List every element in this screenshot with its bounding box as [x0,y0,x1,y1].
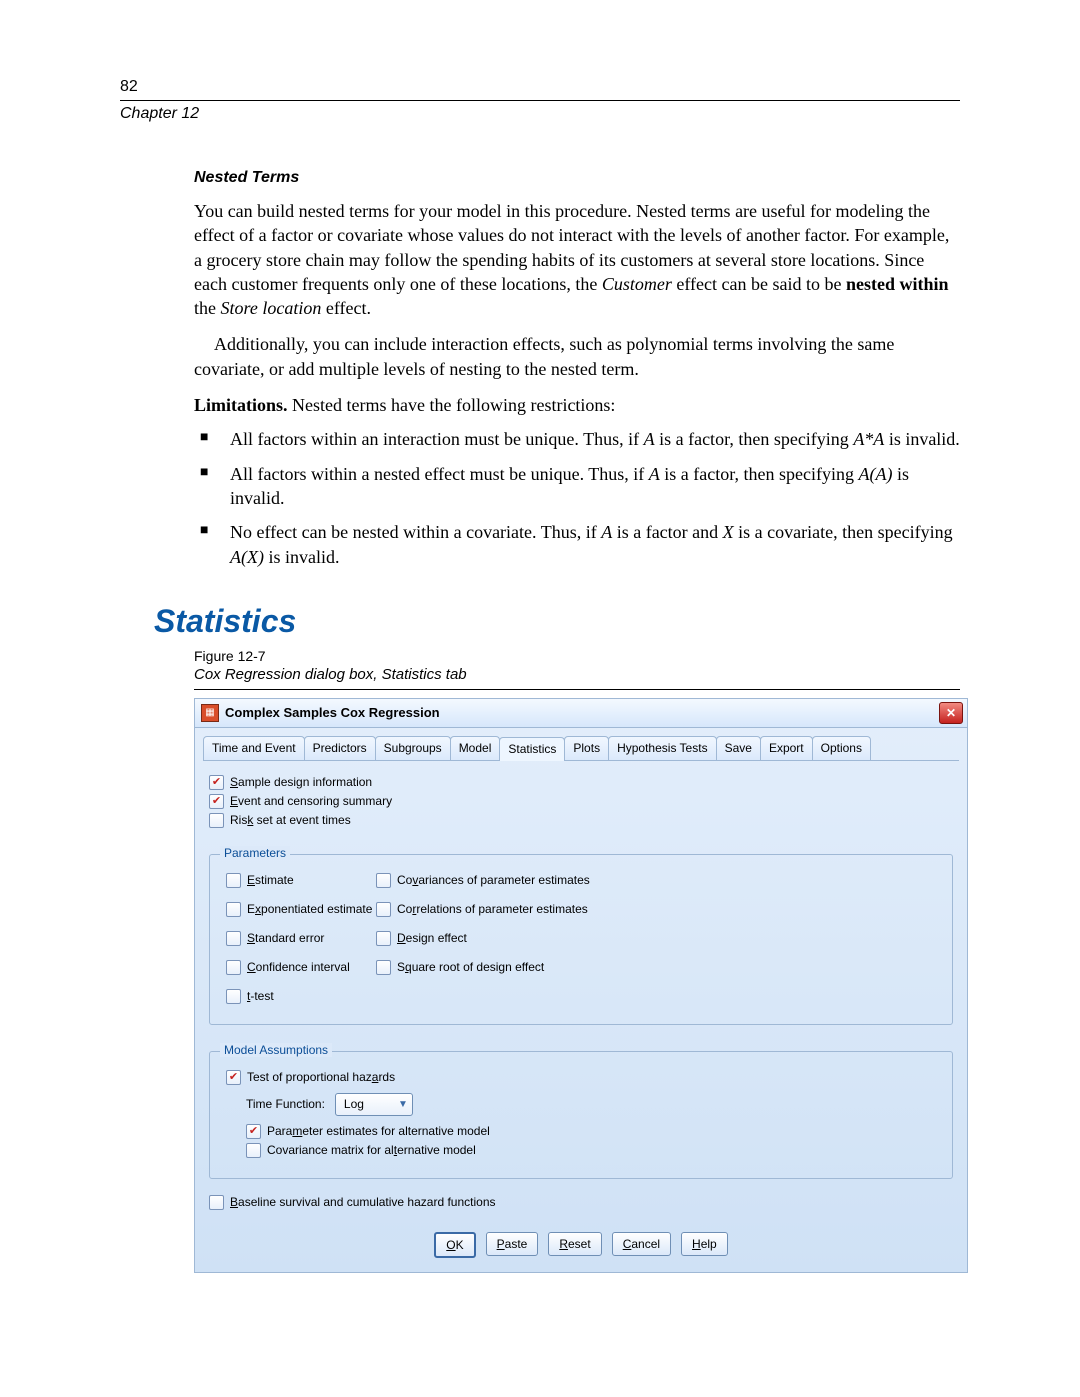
param-left-1-label: Exponentiated estimate [247,902,372,916]
top-check-0-checkbox[interactable] [209,775,224,790]
time-function-label: Time Function: [246,1097,325,1111]
limitation-1: All factors within an interaction must b… [194,427,960,451]
figure-label: Figure 12-7 [194,648,960,664]
tab-plots[interactable]: Plots [564,736,609,760]
ma-test-label: Test of proportional hazards [247,1070,395,1084]
tab-statistics[interactable]: Statistics [499,737,565,761]
cox-regression-dialog: ▦ Complex Samples Cox Regression ✕ Time … [194,698,968,1273]
limitations: Limitations. Nested terms have the follo… [194,393,950,417]
param-right-2: Design effect [376,931,636,946]
param-left-0-label: Estimate [247,873,294,887]
close-icon[interactable]: ✕ [939,702,963,724]
param-left-3: Confidence interval [226,960,376,975]
param-right-0-label: Covariances of parameter estimates [397,873,590,887]
app-icon: ▦ [201,704,219,722]
ma-param-est: Parameter estimates for alternative mode… [246,1124,936,1139]
param-left-4-label: t-test [247,989,274,1003]
top-check-2-checkbox[interactable] [209,813,224,828]
param-left-2-checkbox[interactable] [226,931,241,946]
help-button[interactable]: Help [681,1232,728,1256]
tab-subgroups[interactable]: Subgroups [375,736,451,760]
ma-test-checkbox[interactable] [226,1070,241,1085]
baseline: Baseline survival and cumulative hazard … [209,1195,953,1210]
param-left-3-checkbox[interactable] [226,960,241,975]
dialog-title: Complex Samples Cox Regression [225,705,939,720]
param-right-2-label: Design effect [397,931,467,945]
chapter-label: Chapter 12 [120,105,960,123]
figure-caption: Cox Regression dialog box, Statistics ta… [194,666,960,683]
param-left-0-checkbox[interactable] [226,873,241,888]
param-right-0-checkbox[interactable] [376,873,391,888]
tab-time-and-event[interactable]: Time and Event [203,736,305,760]
param-left-1: Exponentiated estimate [226,902,376,917]
time-function-value: Log [344,1097,364,1111]
param-left-2-label: Standard error [247,931,324,945]
param-left-2: Standard error [226,931,376,946]
param-left-0: Estimate [226,873,376,888]
chevron-down-icon: ▼ [398,1099,408,1110]
ma-cov-matrix: Covariance matrix for alternative model [246,1143,936,1158]
tab-export[interactable]: Export [760,736,813,760]
limitation-3: No effect can be nested within a covaria… [194,520,960,569]
param-left-4: t-test [226,989,376,1004]
model-assumptions-title: Model Assumptions [220,1043,332,1057]
param-right-3-label: Square root of design effect [397,960,544,974]
top-check-1-checkbox[interactable] [209,794,224,809]
reset-button[interactable]: Reset [548,1232,601,1256]
ma-param-est-checkbox[interactable] [246,1124,261,1139]
tab-hypothesis-tests[interactable]: Hypothesis Tests [608,736,717,760]
tab-options[interactable]: Options [812,736,871,760]
baseline-checkbox[interactable] [209,1195,224,1210]
nested-terms-p1: You can build nested terms for your mode… [194,199,950,320]
dialog-body: Sample design information Event and censo… [195,761,967,1272]
parameters-group: Parameters EstimateCovariances of parame… [209,854,953,1025]
tab-save[interactable]: Save [716,736,761,760]
time-function-combo[interactable]: Log ▼ [335,1093,413,1116]
top-check-1: Event and censoring summary [209,794,953,809]
ma-cov-matrix-checkbox[interactable] [246,1143,261,1158]
top-check-1-label: Event and censoring summary [230,794,392,808]
model-assumptions-group: Model Assumptions Test of proportional h… [209,1051,953,1179]
ok-button[interactable]: OK [434,1232,475,1258]
param-right-3: Square root of design effect [376,960,636,975]
limitations-list: All factors within an interaction must b… [194,427,960,568]
nested-terms-p2: Additionally, you can include interactio… [194,332,950,381]
param-right-0: Covariances of parameter estimates [376,873,636,888]
param-right-2-checkbox[interactable] [376,931,391,946]
top-check-0: Sample design information [209,775,953,790]
figure-rule [194,689,960,690]
param-right-1-checkbox[interactable] [376,902,391,917]
param-right-3-checkbox[interactable] [376,960,391,975]
page-rule [120,100,960,101]
param-right-1-label: Correlations of parameter estimates [397,902,588,916]
tab-model[interactable]: Model [450,736,501,760]
dialog-button-row: OK Paste Reset Cancel Help [209,1232,953,1258]
baseline-label: Baseline survival and cumulative hazard … [230,1195,496,1209]
paste-button[interactable]: Paste [486,1232,539,1256]
parameters-group-title: Parameters [220,846,290,860]
cancel-button[interactable]: Cancel [612,1232,671,1256]
param-left-1-checkbox[interactable] [226,902,241,917]
page-number: 82 [120,78,960,96]
nested-terms-heading: Nested Terms [194,169,960,187]
top-check-2-label: Risk set at event times [230,813,351,827]
top-check-2: Risk set at event times [209,813,953,828]
param-left-4-checkbox[interactable] [226,989,241,1004]
ma-param-est-label: Parameter estimates for alternative mode… [267,1124,490,1138]
top-check-0-label: Sample design information [230,775,372,789]
ma-test: Test of proportional hazards [226,1070,936,1085]
statistics-heading: Statistics [154,603,960,640]
dialog-titlebar: ▦ Complex Samples Cox Regression ✕ [195,699,967,728]
param-left-3-label: Confidence interval [247,960,350,974]
ma-cov-matrix-label: Covariance matrix for alternative model [267,1143,476,1157]
limitation-2: All factors within a nested effect must … [194,462,960,511]
tab-bar: Time and EventPredictorsSubgroupsModelSt… [203,736,959,761]
param-right-1: Correlations of parameter estimates [376,902,636,917]
tab-predictors[interactable]: Predictors [304,736,376,760]
